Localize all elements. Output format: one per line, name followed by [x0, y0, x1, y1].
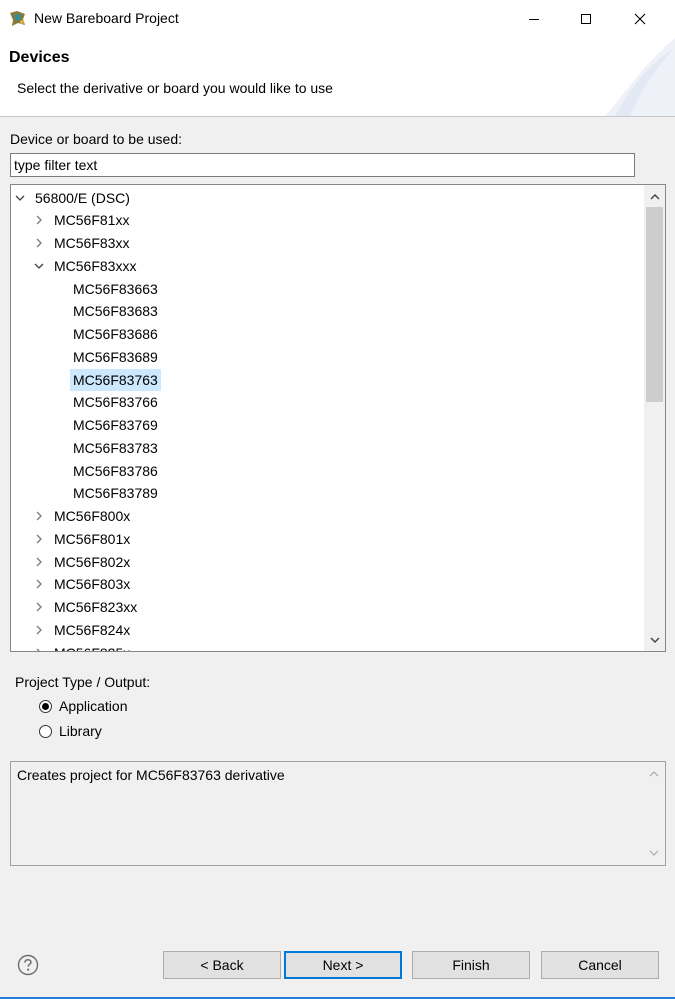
device-tree[interactable]: 56800/E (DSC) MC56F81xx MC56F83xx MC56F83xx… — [10, 184, 666, 652]
tree-item-label: MC56F803x — [54, 576, 131, 593]
chevron-right-icon[interactable] — [33, 551, 45, 573]
chevron-right-icon[interactable] — [33, 232, 45, 254]
tree-item[interactable]: MC56F802x — [11, 551, 641, 573]
tree-item[interactable]: MC56F83686 — [11, 323, 641, 345]
tree-item-label: MC56F824x — [54, 621, 131, 638]
project-type-label: Project Type / Output: — [15, 674, 151, 690]
help-icon[interactable] — [17, 954, 39, 976]
tree-item[interactable]: MC56F823xx — [11, 596, 641, 618]
tree-item-label: MC56F802x — [54, 553, 131, 570]
tree-scrollbar[interactable] — [644, 185, 665, 651]
tree-item[interactable]: MC56F83xx — [11, 232, 641, 254]
tree-item[interactable]: MC56F83783 — [11, 437, 641, 459]
tree-item-label: MC56F825x — [54, 642, 130, 652]
chevron-right-icon[interactable] — [33, 573, 45, 595]
page-description: Select the derivative or board you would… — [17, 80, 333, 96]
maximize-button[interactable] — [563, 0, 609, 38]
radio-application[interactable]: Application — [39, 696, 128, 716]
radio-label: Application — [59, 698, 128, 714]
tree-item[interactable]: 56800/E (DSC) — [11, 187, 641, 209]
tree-item-label: MC56F83766 — [73, 394, 158, 411]
tree-item[interactable]: MC56F83689 — [11, 346, 641, 368]
next-button[interactable]: Next > — [284, 951, 402, 979]
chevron-right-icon[interactable] — [33, 209, 45, 231]
chevron-right-icon[interactable] — [33, 528, 45, 550]
description-box: Creates project for MC56F83763 derivativ… — [10, 761, 666, 866]
tree-item-label: MC56F83763 — [70, 368, 161, 391]
tree-item[interactable]: MC56F83789 — [11, 482, 641, 504]
chevron-up-icon[interactable] — [649, 770, 659, 777]
tree-item-label: MC56F83xxx — [54, 257, 137, 274]
device-label: Device or board to be used: — [10, 131, 182, 147]
chevron-right-icon[interactable] — [33, 596, 45, 618]
finish-button[interactable]: Finish — [412, 951, 530, 979]
device-tree-items: 56800/E (DSC) MC56F81xx MC56F83xx MC56F83xx… — [11, 185, 643, 651]
title-bar: New Bareboard Project — [0, 0, 675, 38]
chevron-right-icon[interactable] — [33, 619, 45, 641]
tree-item[interactable]: MC56F83683 — [11, 300, 641, 322]
tree-item-label: MC56F823xx — [54, 599, 138, 615]
description-text: Creates project for MC56F83763 derivativ… — [17, 767, 285, 783]
tree-item-label: MC56F83xx — [54, 235, 130, 251]
close-icon — [634, 13, 646, 25]
scroll-thumb[interactable] — [646, 207, 663, 402]
chevron-down-icon[interactable] — [14, 187, 26, 209]
chevron-up-icon — [650, 193, 659, 199]
tree-item-label: MC56F83663 — [73, 280, 158, 297]
radio-button[interactable] — [39, 724, 52, 738]
tree-item-label: MC56F801x — [54, 530, 131, 547]
tree-item-label: MC56F83783 — [73, 439, 158, 456]
tree-item-label: MC56F83789 — [73, 485, 158, 502]
minimize-icon — [529, 19, 539, 20]
tree-item[interactable]: MC56F81xx — [11, 209, 641, 231]
tree-item-label: 56800/E (DSC) — [35, 189, 130, 206]
chevron-right-icon[interactable] — [33, 505, 45, 527]
radio-library[interactable]: Library — [39, 721, 102, 741]
tree-item[interactable]: MC56F801x — [11, 528, 641, 550]
radio-label: Library — [59, 723, 102, 739]
filter-input[interactable] — [10, 153, 635, 177]
tree-item[interactable]: MC56F83663 — [11, 278, 641, 300]
tree-item[interactable]: MC56F824x — [11, 619, 641, 641]
tree-item[interactable]: MC56F83763 — [11, 368, 641, 391]
window-title: New Bareboard Project — [34, 10, 179, 26]
app-icon — [10, 11, 25, 26]
chevron-down-icon — [650, 637, 659, 643]
cancel-button[interactable]: Cancel — [541, 951, 659, 979]
minimize-button[interactable] — [511, 0, 557, 38]
chevron-right-icon[interactable] — [33, 642, 45, 651]
tree-item-label: MC56F83769 — [73, 417, 158, 433]
tree-item[interactable]: MC56F83766 — [11, 391, 641, 413]
tree-item[interactable]: MC56F83xxx — [11, 255, 641, 277]
description-scrollbar[interactable] — [644, 762, 665, 865]
tree-item-label: MC56F83786 — [73, 462, 158, 479]
scroll-up-button[interactable] — [644, 186, 665, 206]
tree-item[interactable]: MC56F803x — [11, 573, 641, 595]
maximize-icon — [581, 14, 591, 24]
tree-item-label: MC56F81xx — [54, 212, 130, 229]
chevron-down-icon[interactable] — [33, 255, 45, 277]
tree-item-label: MC56F83686 — [73, 326, 158, 342]
tree-item-label: MC56F800x — [54, 508, 131, 524]
tree-item[interactable]: MC56F825x — [11, 642, 641, 652]
header-banner-graphic — [605, 38, 675, 116]
scroll-down-button[interactable] — [644, 630, 665, 650]
close-button[interactable] — [617, 0, 663, 38]
tree-item[interactable]: MC56F83769 — [11, 414, 641, 436]
tree-item[interactable]: MC56F83786 — [11, 460, 641, 482]
tree-item-label: MC56F83683 — [73, 303, 158, 320]
page-title: Devices — [9, 49, 70, 66]
chevron-down-icon[interactable] — [649, 850, 659, 857]
radio-button[interactable] — [39, 699, 52, 713]
wizard-header: Devices Select the derivative or board y… — [0, 38, 675, 117]
back-button[interactable]: < Back — [163, 951, 281, 979]
tree-item[interactable]: MC56F800x — [11, 505, 641, 527]
tree-item-label: MC56F83689 — [73, 348, 158, 365]
